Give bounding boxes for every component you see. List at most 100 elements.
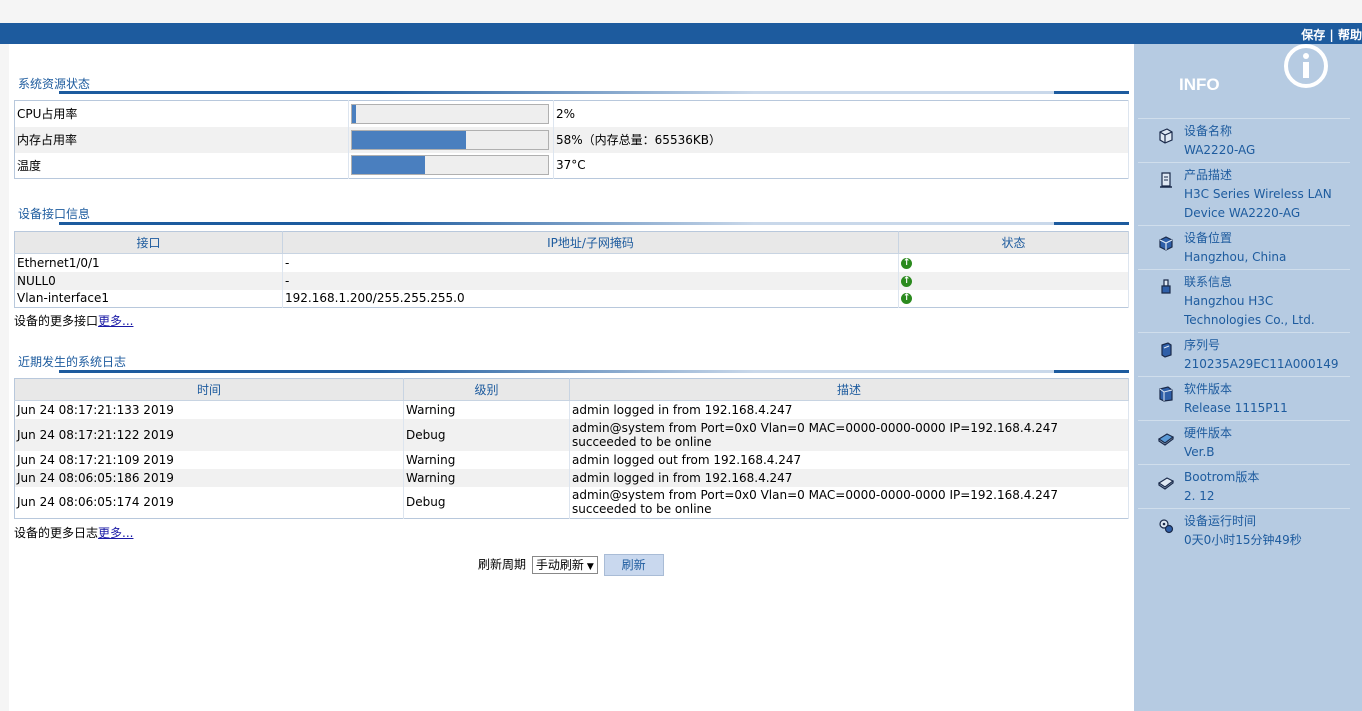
interface-ip: 192.168.1.200/255.255.255.0 — [282, 289, 899, 308]
main-panel: 系统资源状态 CPU占用率 2% 内存占用率 58%（内存总量：65536KB）… — [9, 44, 1134, 711]
column-header: 描述 — [569, 378, 1129, 401]
info-label: 产品描述 — [1184, 168, 1233, 182]
column-header: IP地址/子网掩码 — [282, 231, 899, 254]
resource-value: 2% — [553, 100, 1129, 127]
bootrom-icon — [1158, 477, 1174, 490]
column-header: 时间 — [14, 378, 404, 401]
refresh-period-label: 刷新周期 — [478, 557, 527, 572]
log-time: Jun 24 08:17:21:122 2019 — [14, 418, 404, 451]
column-header: 接口 — [14, 231, 283, 254]
table-row: Vlan-interface1 192.168.1.200/255.255.25… — [14, 289, 1129, 308]
info-value: Hangzhou H3C Technologies Co., Ltd. — [1184, 294, 1315, 327]
table-row: Ethernet1/0/1 - ↑ — [14, 253, 1129, 272]
info-item-bootrom: Bootrom版本 2. 12 — [1138, 464, 1350, 508]
more-interfaces-text: 设备的更多接口 — [14, 314, 99, 328]
log-level: Warning — [403, 468, 570, 487]
table-row: Jun 24 08:17:21:133 2019 Warning admin l… — [14, 400, 1129, 419]
cpu-usage-bar — [351, 103, 549, 124]
info-item-hardware: 硬件版本 Ver.B — [1138, 420, 1350, 464]
log-description: admin logged out from 192.168.4.247 — [569, 450, 1129, 469]
interface-name: Ethernet1/0/1 — [14, 253, 283, 272]
info-label: 设备位置 — [1184, 231, 1233, 245]
more-interfaces-link[interactable]: 更多... — [98, 314, 133, 328]
table-row: Jun 24 08:17:21:122 2019 Debug admin@sys… — [14, 418, 1129, 451]
info-list: 设备名称 WA2220-AG 产品描述 H3C Series Wireless … — [1138, 118, 1350, 552]
info-item-contact: 联系信息 Hangzhou H3C Technologies Co., Ltd. — [1138, 269, 1350, 332]
table-row: NULL0 - ↑ — [14, 271, 1129, 290]
info-label: 联系信息 — [1184, 275, 1233, 289]
hardware-icon — [1158, 433, 1174, 446]
more-logs-link[interactable]: 更多... — [98, 526, 133, 540]
info-value: Ver.B — [1184, 445, 1215, 459]
info-label: 序列号 — [1184, 338, 1221, 352]
uptime-icon — [1159, 519, 1174, 534]
info-title: INFO — [1179, 75, 1220, 94]
info-item-device-name: 设备名称 WA2220-AG — [1138, 118, 1350, 162]
resources-table: CPU占用率 2% 内存占用率 58%（内存总量：65536KB） 温度 37°… — [14, 100, 1129, 179]
software-icon — [1159, 386, 1173, 402]
resource-value: 58%（内存总量：65536KB） — [553, 126, 1129, 153]
info-value: WA2220-AG — [1184, 143, 1256, 157]
logs-title: 近期发生的系统日志 — [18, 355, 127, 369]
info-value: 210235A29EC11A000149 — [1184, 357, 1339, 371]
log-level: Debug — [403, 418, 570, 451]
info-item-uptime: 设备运行时间 0天0小时15分钟49秒 — [1138, 508, 1350, 552]
resource-value: 37°C — [553, 152, 1129, 179]
interface-ip: - — [282, 271, 899, 290]
interfaces-header: 接口 IP地址/子网掩码 状态 — [14, 231, 1129, 254]
refresh-controls: 刷新周期 手动刷新 ▼ 刷新 — [478, 554, 664, 576]
refresh-period-select[interactable]: 手动刷新 ▼ — [531, 556, 598, 574]
resource-label: 温度 — [14, 152, 349, 179]
info-item-location: 设备位置 Hangzhou, China — [1138, 225, 1350, 269]
top-bar: 保存 | 帮助 — [0, 23, 1362, 44]
device-icon — [1159, 128, 1173, 144]
interfaces-table: 接口 IP地址/子网掩码 状态 Ethernet1/0/1 - ↑ NULL0 … — [14, 231, 1129, 308]
info-item-serial: 序列号 210235A29EC11A000149 — [1138, 332, 1350, 376]
log-description: admin logged in from 192.168.4.247 — [569, 468, 1129, 487]
more-logs: 设备的更多日志更多... — [14, 524, 133, 541]
info-label: 设备名称 — [1184, 124, 1233, 138]
resource-row-memory: 内存占用率 58%（内存总量：65536KB） — [14, 126, 1129, 153]
log-time: Jun 24 08:06:05:174 2019 — [14, 486, 404, 519]
log-time: Jun 24 08:17:21:133 2019 — [14, 400, 404, 419]
interface-ip: - — [282, 253, 899, 272]
log-time: Jun 24 08:17:21:109 2019 — [14, 450, 404, 469]
more-logs-text: 设备的更多日志 — [14, 526, 99, 540]
interface-name: NULL0 — [14, 271, 283, 290]
log-description: admin logged in from 192.168.4.247 — [569, 400, 1129, 419]
info-label: 设备运行时间 — [1184, 514, 1257, 528]
log-description: admin@system from Port=0x0 Vlan=0 MAC=00… — [569, 418, 1129, 451]
temperature-bar — [351, 155, 549, 176]
info-label: Bootrom版本 — [1184, 470, 1260, 484]
column-header: 状态 — [898, 231, 1129, 254]
resources-title: 系统资源状态 — [18, 77, 91, 91]
contact-icon — [1161, 279, 1171, 294]
logs-divider — [59, 370, 1129, 373]
resource-row-cpu: CPU占用率 2% — [14, 100, 1129, 127]
dropdown-arrow-icon: ▼ — [586, 562, 594, 572]
status-up-icon: ↑ — [901, 257, 912, 269]
resources-divider — [59, 91, 1129, 94]
log-level: Debug — [403, 486, 570, 519]
resource-row-temperature: 温度 37°C — [14, 152, 1129, 179]
info-item-software: 软件版本 Release 1115P11 — [1138, 376, 1350, 420]
info-icon — [1281, 44, 1331, 95]
info-value: 0天0小时15分钟49秒 — [1184, 533, 1302, 547]
help-link[interactable]: 帮助 — [1338, 28, 1362, 42]
more-interfaces: 设备的更多接口更多... — [14, 312, 133, 329]
interfaces-divider — [59, 222, 1129, 225]
info-value: H3C Series Wireless LAN Device WA2220-AG — [1184, 187, 1332, 220]
top-links: 保存 | 帮助 — [1301, 26, 1362, 43]
table-row: Jun 24 08:17:21:109 2019 Warning admin l… — [14, 450, 1129, 469]
refresh-button[interactable]: 刷新 — [603, 554, 664, 576]
save-link[interactable]: 保存 — [1301, 28, 1325, 42]
info-item-description: 产品描述 H3C Series Wireless LAN Device WA22… — [1138, 162, 1350, 225]
status-up-icon: ↑ — [901, 293, 912, 305]
info-value: Hangzhou, China — [1184, 250, 1287, 264]
logs-header: 时间 级别 描述 — [14, 378, 1129, 401]
info-sidebar: INFO 设备名称 WA2220-AG 产品描述 H3C Series Wire… — [1134, 44, 1362, 711]
column-header: 级别 — [403, 378, 570, 401]
location-icon — [1159, 236, 1173, 251]
link-separator: | — [1329, 28, 1334, 42]
log-level: Warning — [403, 400, 570, 419]
